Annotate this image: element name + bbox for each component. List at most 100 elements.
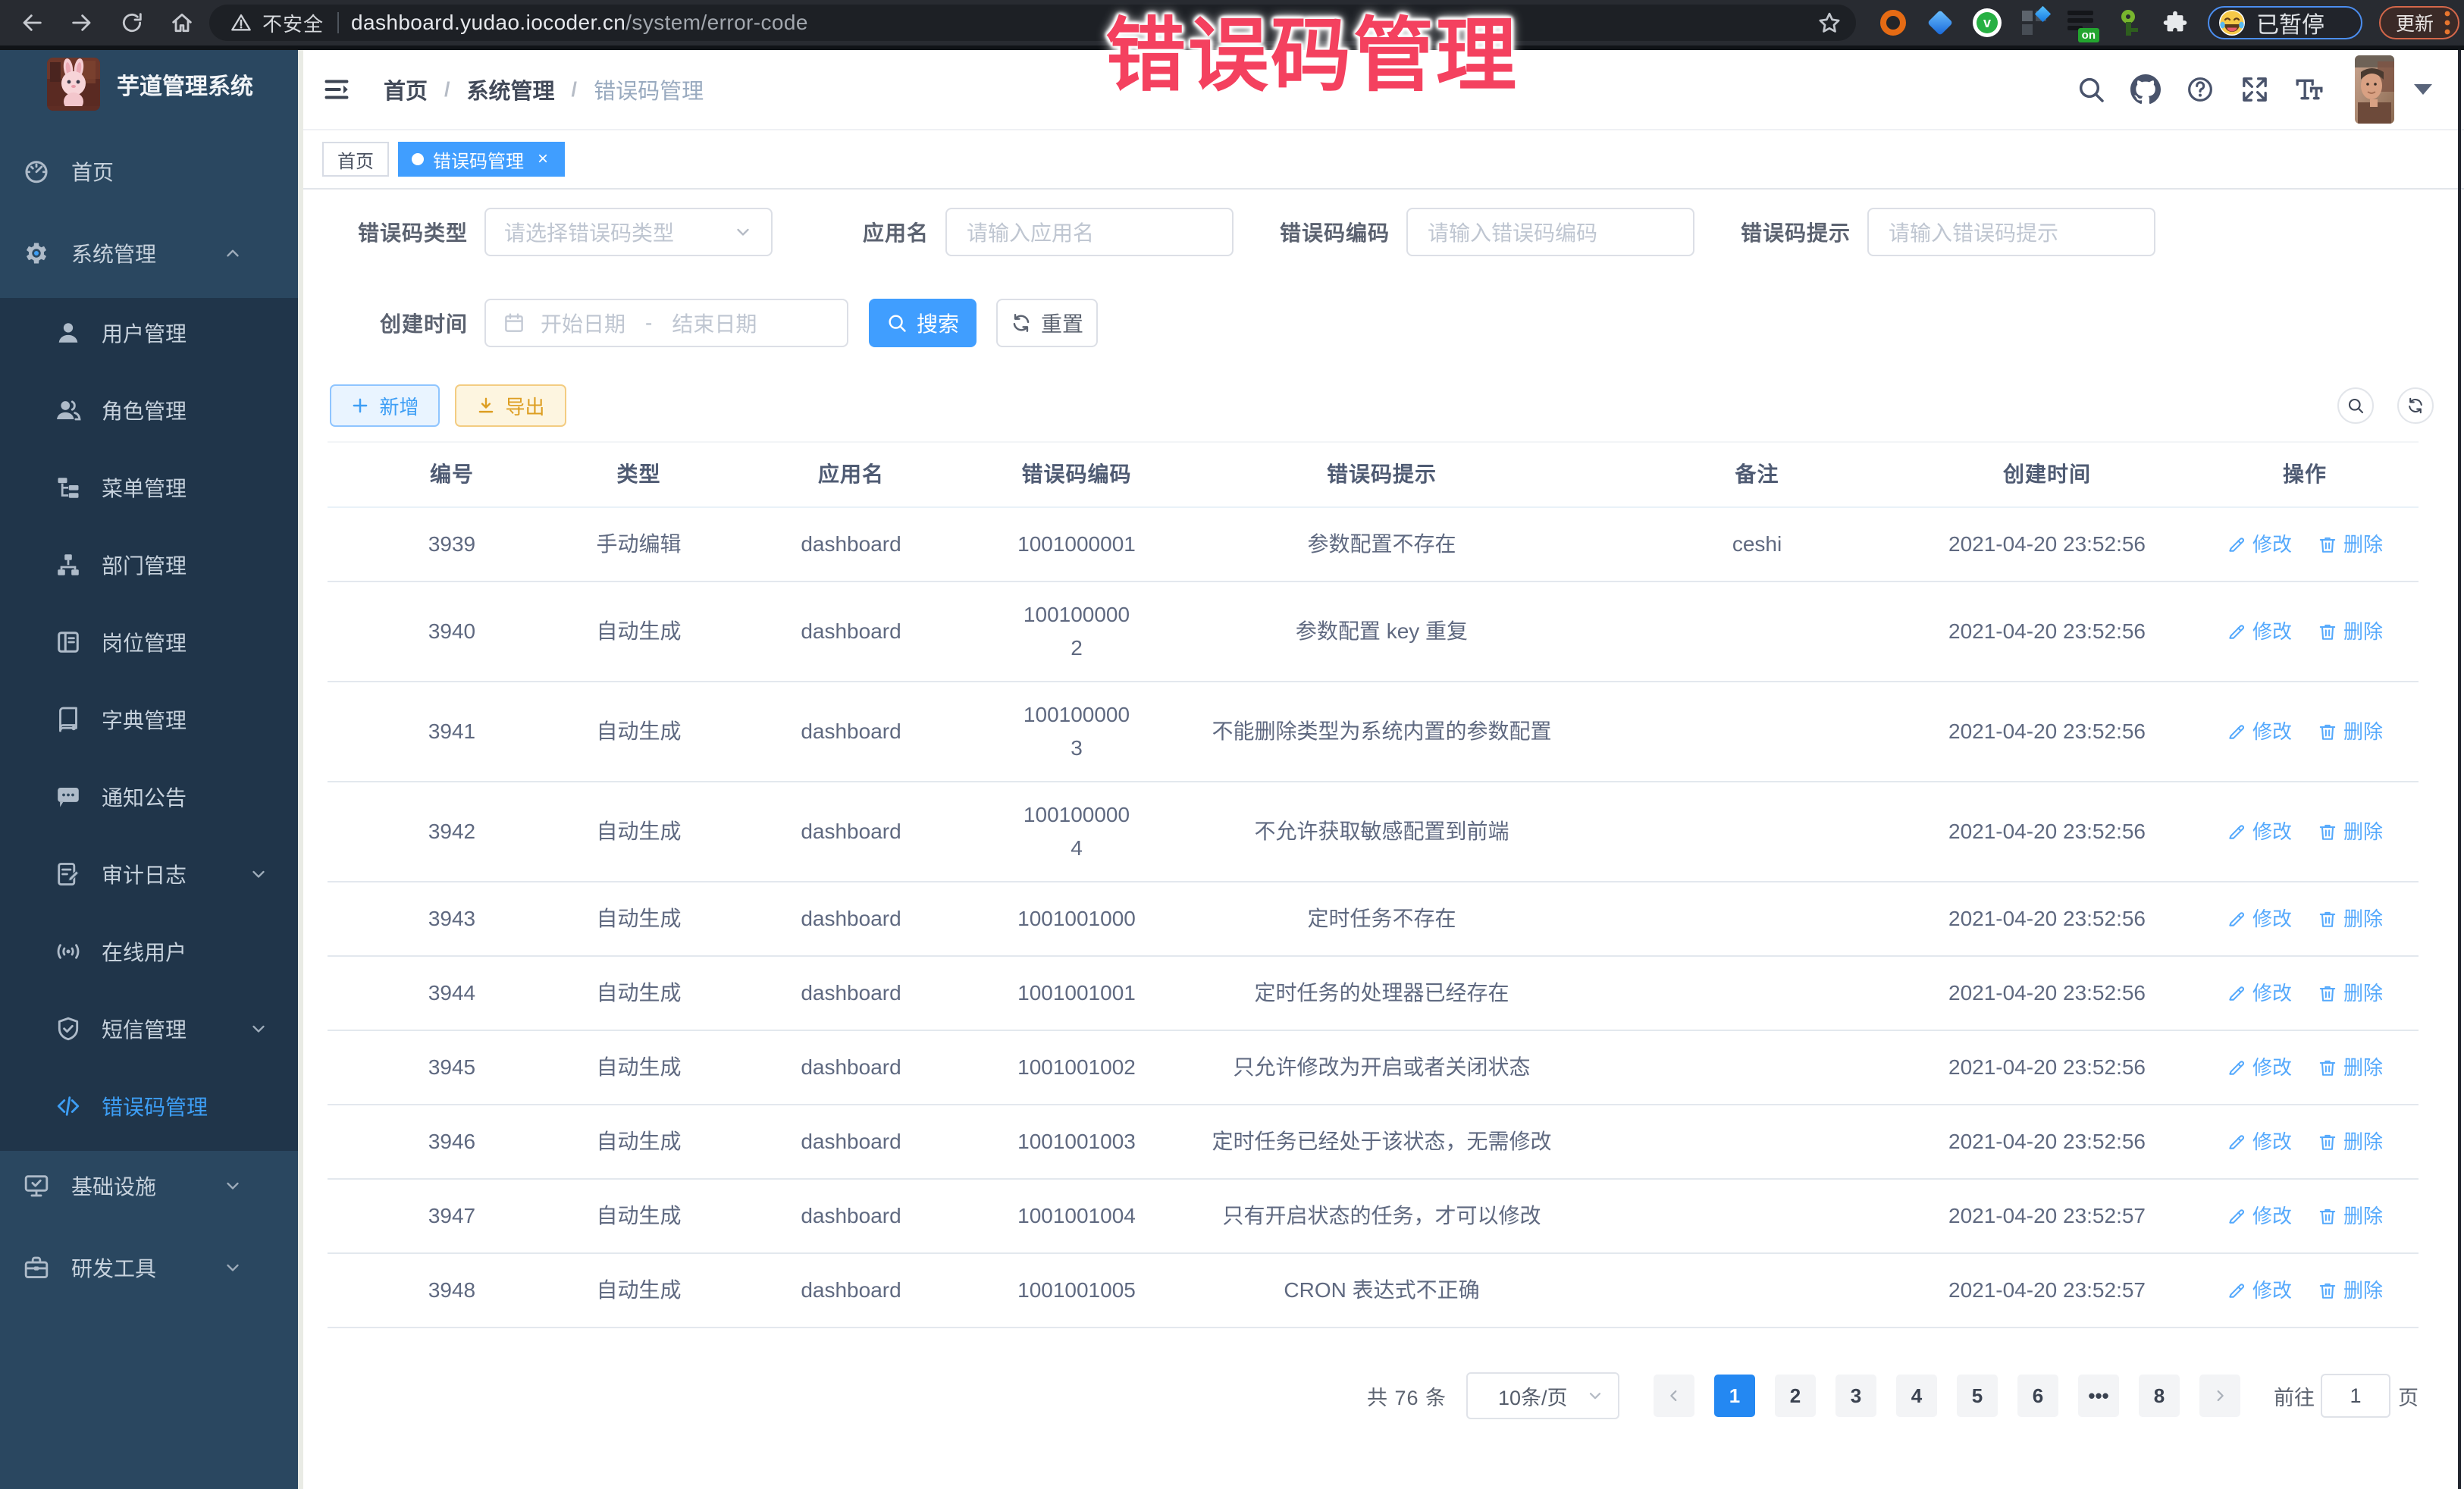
sidebar-item-label: 用户管理 (102, 318, 187, 348)
toggle-search-button[interactable] (2337, 387, 2374, 424)
header-search-icon[interactable] (2076, 74, 2106, 105)
page-url[interactable]: dashboard.yudao.iocoder.cn/system/error-… (351, 11, 808, 35)
bookmark-star-icon[interactable] (1817, 10, 1842, 36)
sidebar-item-12[interactable]: 错误码管理 (0, 1067, 303, 1145)
edit-link[interactable]: 修改 (2227, 1199, 2292, 1233)
browser-update-pill[interactable]: 更新 (2379, 6, 2459, 39)
export-button[interactable]: 导出 (455, 384, 566, 427)
delete-link[interactable]: 删除 (2318, 1199, 2383, 1233)
column-header[interactable]: 类型 (576, 458, 701, 491)
sidebar-item-14[interactable]: 研发工具 (0, 1227, 303, 1309)
fullscreen-icon[interactable] (2240, 74, 2270, 105)
extension-green-circle-icon[interactable]: v (1973, 8, 2002, 37)
delete-link[interactable]: 删除 (2318, 815, 2383, 848)
column-header[interactable]: 错误码编码 (1001, 458, 1152, 491)
delete-link[interactable]: 删除 (2318, 1125, 2383, 1158)
browser-home-icon[interactable] (170, 11, 194, 35)
page-button-6[interactable]: 6 (2017, 1375, 2058, 1417)
delete-link[interactable]: 删除 (2318, 715, 2383, 748)
sidebar-item-2[interactable]: 用户管理 (0, 294, 303, 371)
next-page-button[interactable] (2199, 1375, 2240, 1417)
extension-grid-icon[interactable] (2020, 8, 2049, 37)
breadcrumb-item[interactable]: 首页 (384, 74, 428, 105)
page-button-2[interactable]: 2 (1775, 1375, 1816, 1417)
refresh-table-button[interactable] (2397, 387, 2434, 424)
error-type-select[interactable]: 请选择错误码类型 (484, 208, 773, 256)
delete-link[interactable]: 删除 (2318, 615, 2383, 648)
edit-link[interactable]: 修改 (2227, 1274, 2292, 1307)
browser-menu-dots-icon[interactable] (2444, 10, 2450, 36)
goto-page-input[interactable]: 1 (2321, 1374, 2390, 1418)
delete-link[interactable]: 删除 (2318, 1051, 2383, 1084)
page-size-select[interactable]: 10条/页 (1466, 1372, 1619, 1419)
sidebar-item-9[interactable]: 审计日志 (0, 835, 303, 913)
sidebar-collapse-icon[interactable] (321, 76, 352, 103)
extension-paused-pill[interactable]: 已暂停 (2208, 6, 2362, 39)
sidebar-item-1[interactable]: 系统管理 (0, 212, 303, 294)
add-button[interactable]: 新增 (330, 384, 440, 427)
delete-link[interactable]: 删除 (2318, 1274, 2383, 1307)
avatar-dropdown-caret-icon[interactable] (2414, 84, 2432, 95)
edit-link[interactable]: 修改 (2227, 615, 2292, 648)
extension-orange-ring-icon[interactable] (1879, 8, 1908, 37)
font-size-icon[interactable] (2294, 74, 2324, 105)
browser-forward-icon[interactable] (70, 11, 94, 35)
delete-link[interactable]: 删除 (2318, 528, 2383, 561)
address-bar[interactable]: 不安全 dashboard.yudao.iocoder.cn/system/er… (209, 5, 1856, 41)
breadcrumb-item[interactable]: 系统管理 (467, 74, 555, 105)
edit-link[interactable]: 修改 (2227, 715, 2292, 748)
page-button-8[interactable]: 8 (2139, 1375, 2180, 1417)
user-avatar[interactable] (2355, 55, 2394, 124)
sidebar-item-4[interactable]: 菜单管理 (0, 449, 303, 526)
extension-key-icon[interactable] (2114, 8, 2143, 37)
create-time-range-picker[interactable]: 开始日期 - 结束日期 (484, 299, 848, 347)
search-button[interactable]: 搜索 (869, 299, 977, 347)
sidebar-item-5[interactable]: 部门管理 (0, 526, 303, 603)
edit-link[interactable]: 修改 (2227, 1051, 2292, 1084)
sidebar-item-6[interactable]: 岗位管理 (0, 603, 303, 681)
browser-reload-icon[interactable] (120, 11, 144, 35)
edit-link[interactable]: 修改 (2227, 976, 2292, 1010)
tag-close-icon[interactable]: × (534, 150, 551, 168)
sidebar-item-11[interactable]: 短信管理 (0, 990, 303, 1067)
window-scrollbar[interactable] (2458, 50, 2461, 1489)
error-code-input[interactable]: 请输入错误码编码 (1406, 208, 1694, 256)
page-button-•••[interactable]: ••• (2078, 1375, 2119, 1417)
edit-link[interactable]: 修改 (2227, 528, 2292, 561)
sidebar-item-0[interactable]: 首页 (0, 130, 303, 212)
edit-link[interactable]: 修改 (2227, 1125, 2292, 1158)
browser-back-icon[interactable] (20, 11, 44, 35)
page-button-1[interactable]: 1 (1714, 1375, 1755, 1417)
prev-page-button[interactable] (1654, 1375, 1694, 1417)
help-icon[interactable] (2185, 74, 2215, 105)
column-header[interactable]: 应用名 (701, 458, 1001, 491)
sidebar-item-10[interactable]: 在线用户 (0, 913, 303, 990)
not-secure-label[interactable]: 不安全 (262, 9, 324, 37)
edit-link[interactable]: 修改 (2227, 815, 2292, 848)
sidebar-item-7[interactable]: 字典管理 (0, 681, 303, 758)
column-header[interactable]: 操作 (2191, 458, 2419, 491)
reset-button[interactable]: 重置 (996, 299, 1098, 347)
edit-link[interactable]: 修改 (2227, 902, 2292, 936)
page-button-5[interactable]: 5 (1957, 1375, 1998, 1417)
sidebar-item-8[interactable]: 通知公告 (0, 758, 303, 835)
column-header[interactable]: 编号 (328, 458, 576, 491)
github-icon[interactable] (2130, 74, 2161, 105)
delete-link[interactable]: 删除 (2318, 976, 2383, 1010)
column-header[interactable]: 创建时间 (1903, 458, 2191, 491)
sidebar-item-13[interactable]: 基础设施 (0, 1145, 303, 1227)
extensions-puzzle-icon[interactable] (2161, 8, 2190, 37)
error-msg-input[interactable]: 请输入错误码提示 (1867, 208, 2155, 256)
column-header[interactable]: 备注 (1611, 458, 1903, 491)
sidebar-logo[interactable]: 芋道管理系统 (0, 50, 303, 118)
page-button-3[interactable]: 3 (1835, 1375, 1876, 1417)
column-header[interactable]: 错误码提示 (1152, 458, 1611, 491)
delete-link[interactable]: 删除 (2318, 902, 2383, 936)
tag-0[interactable]: 首页 (322, 142, 389, 177)
extension-blue-diamond-icon[interactable] (1926, 8, 1955, 37)
app-name-input[interactable]: 请输入应用名 (945, 208, 1234, 256)
extension-list-on-icon[interactable]: on (2067, 8, 2096, 37)
sidebar-item-3[interactable]: 角色管理 (0, 371, 303, 449)
page-button-4[interactable]: 4 (1896, 1375, 1937, 1417)
tag-1[interactable]: 错误码管理 × (398, 142, 565, 177)
